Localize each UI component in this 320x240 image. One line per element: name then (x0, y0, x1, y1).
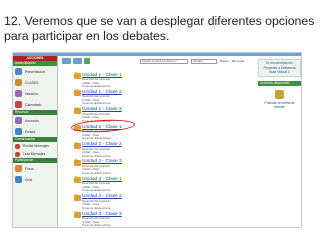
location-line: Aula Virtual 1 (269, 70, 290, 75)
toolbar-button[interactable] (84, 58, 90, 64)
presentation-icon (15, 68, 22, 75)
folder-icon (74, 141, 81, 149)
unit-meta: Temas de debate activos (82, 85, 111, 88)
sidebar-item-label: Anuncios (25, 118, 39, 123)
unit-item: Unidad 1 - Clase 1 Desarrollo del conteni… (74, 72, 209, 90)
folder-icon (74, 193, 81, 201)
sidebar-item[interactable]: Foros (13, 163, 57, 174)
folder-icon (74, 176, 81, 184)
services-header: Servicios disponibles (258, 80, 301, 86)
sidebar-item-label: Leer Mensajes (23, 152, 46, 156)
sidebar-item-label: Horarios (25, 91, 38, 96)
right-panel: Te encuentras en: Proyecto a Distancia A… (258, 59, 301, 149)
sidebar-item[interactable]: Recibir Mensajes (13, 142, 57, 150)
unit-title-link[interactable]: Unidad 1 - Clase 3 (82, 107, 122, 112)
forum-icon (15, 165, 22, 172)
post-topic-icon[interactable] (275, 89, 284, 99)
search-input[interactable]: Ingrese el tema a buscar en (140, 58, 188, 64)
units-list: Unidad 1 - Clase 1 Desarrollo del conteni… (74, 72, 209, 228)
sidebar-item[interactable]: Chat (13, 174, 57, 185)
post-topic-link-line: debate (274, 105, 285, 110)
search-scope-select[interactable]: Usuario (191, 58, 217, 64)
folder-icon (74, 89, 81, 97)
sidebar-item-label: Recibir Mensajes (23, 144, 50, 148)
unit-title-link[interactable]: Unidad 2 - Clase 3 (82, 159, 122, 164)
sidebar-item[interactable]: Leer Mensajes (13, 150, 57, 158)
sidebar-item[interactable]: Horarios (13, 88, 57, 99)
sidebar-item-label: Chat (25, 177, 33, 182)
unit-title-link[interactable]: Unidad 3 - Clase 3 (82, 212, 122, 217)
unit-meta: Temas de debate activos (82, 224, 111, 228)
caption: 12. Veremos que se van a desplegar difer… (4, 14, 315, 43)
classes-icon (15, 79, 22, 86)
unit-item: Unidad 2 - Clase 3 Desarrollo del conteni… (74, 158, 209, 177)
toolbar-button[interactable] (73, 58, 82, 64)
sidebar-item[interactable]: Calendario (13, 99, 57, 110)
toolbar-button[interactable] (62, 58, 71, 64)
unit-meta: Temas de debate activos (82, 154, 111, 158)
unit-item: Unidad 2 - Clase 2 Desarrollo del conteni… (74, 141, 209, 160)
unit-item: Unidad 3 - Clase 2 Desarrollo del conteni… (74, 193, 209, 212)
unit-meta: Temas de debate activos (82, 189, 111, 193)
unit-title-link[interactable]: Unidad 3 - Clase 2 (82, 194, 122, 199)
inbox-icon (15, 143, 20, 149)
unit-title-link[interactable]: Unidad 1 - Clase 1 (82, 73, 122, 78)
sidebar-item[interactable]: Presentación (13, 66, 57, 77)
location-box: Te encuentras en: Proyecto a Distancia A… (258, 59, 301, 77)
sidebar-item-label: Presentación (25, 69, 45, 74)
sidebar: ACCIONES Administración Presentación CLASES… (13, 56, 58, 227)
unit-meta: Temas de debate activos (82, 206, 111, 210)
chat-icon (15, 176, 22, 183)
messages-icon (15, 151, 20, 157)
unit-item: Unidad 1 - Clase 2 Desarrollo del conteni… (74, 89, 209, 107)
folder-icon (74, 158, 81, 166)
calendar-icon (15, 101, 22, 108)
sidebar-item-label: Calendario (25, 102, 42, 107)
sidebar-item-label: CLASES (25, 80, 39, 85)
unit-meta: Temas de debate activos (82, 137, 111, 141)
unit-meta: Temas de debate activos (82, 171, 111, 175)
filter-link[interactable]: Mis temas (232, 59, 245, 63)
unit-meta: Temas de debate activos (82, 102, 111, 106)
announcements-icon (15, 117, 22, 124)
link-icon (15, 128, 22, 135)
sidebar-item[interactable]: CLASES (13, 77, 57, 88)
post-topic-link[interactable]: Postular un tema de debate (258, 101, 301, 110)
folder-icon (74, 72, 81, 79)
sidebar-item-label: Enlace (25, 129, 36, 134)
folder-icon (74, 211, 81, 219)
unit-item: Unidad 3 - Clase 1 Desarrollo del conteni… (74, 176, 209, 194)
sidebar-item[interactable]: Enlace (13, 126, 57, 137)
folder-icon (74, 106, 81, 114)
main-content: Ingrese el tema a buscar en Usuario Busc… (60, 56, 301, 228)
search-area: Ingrese el tema a buscar en Usuario Busc… (140, 57, 244, 65)
unit-item: Unidad 3 - Clase 3 Desarrollo del conteni… (74, 211, 209, 228)
search-button[interactable]: Buscar (220, 59, 229, 63)
unit-title-link[interactable]: Unidad 2 - Clase 2 (82, 142, 122, 147)
schedule-icon (15, 90, 22, 97)
forum-screenshot: ACCIONES Administración Presentación CLASES… (12, 52, 302, 228)
sidebar-item-label: Foros (25, 166, 34, 171)
sidebar-item[interactable]: Anuncios (13, 115, 57, 126)
